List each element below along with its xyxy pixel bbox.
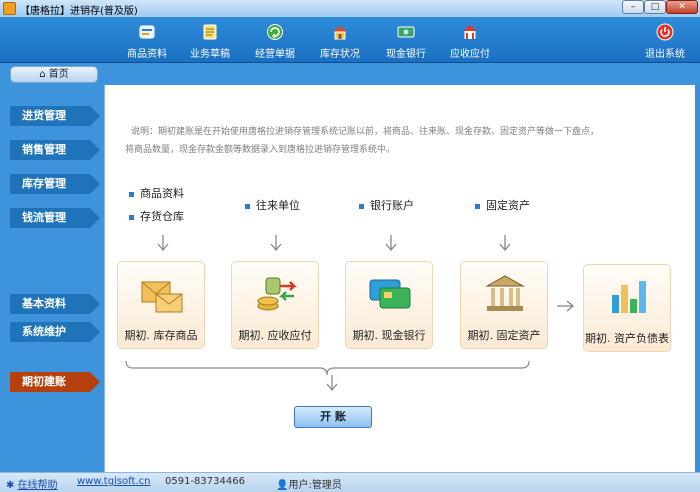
bar-chart-icon bbox=[612, 281, 646, 313]
toolbar-exit-button[interactable]: 退出系统 bbox=[645, 23, 685, 61]
card-opening-cash-bank[interactable]: 期初. 现金银行 bbox=[345, 261, 433, 349]
toolbar-draft-button[interactable]: 业务草稿 bbox=[190, 23, 230, 61]
card-opening-receivable[interactable]: 期初. 应收应付 bbox=[231, 261, 319, 349]
card-label: 期初. 资产负债表 bbox=[585, 332, 669, 345]
draft-icon bbox=[203, 24, 217, 40]
card-label: 期初. 库存商品 bbox=[124, 329, 198, 342]
card-opening-fixed-assets[interactable]: 期初. 固定资产 bbox=[460, 261, 548, 349]
home-tab-label: 首页 bbox=[48, 69, 69, 80]
bank-card-icon bbox=[369, 279, 411, 309]
arrow-down-icon bbox=[326, 375, 338, 391]
website-link[interactable]: www.tglsoft.cn bbox=[77, 476, 150, 487]
link-bank-accounts[interactable]: 银行账户 bbox=[359, 197, 414, 213]
sidebar-item-basic-data[interactable]: 基本资料 bbox=[10, 294, 100, 314]
toolbar-inventory-button[interactable]: 库存状况 bbox=[320, 23, 360, 61]
link-warehouse[interactable]: 存货仓库 bbox=[129, 208, 184, 224]
sidebar-item-opening[interactable]: 期初建账 bbox=[10, 372, 100, 392]
user-icon: 👤 bbox=[276, 480, 289, 491]
help-icon: ✱ bbox=[6, 480, 18, 491]
cash-bank-icon bbox=[397, 26, 415, 38]
sidebar-item-sales[interactable]: 销售管理 bbox=[10, 140, 100, 160]
arrow-down-icon bbox=[270, 235, 282, 251]
group-brace bbox=[125, 361, 530, 375]
phone-number: 0591-83734466 bbox=[165, 476, 245, 487]
open-books-button[interactable]: 开 账 bbox=[294, 406, 372, 428]
help-link[interactable]: ✱ 在线帮助 bbox=[6, 476, 58, 491]
bank-building-icon bbox=[485, 275, 525, 311]
current-user: 👤用户:管理员 bbox=[276, 480, 342, 491]
arrow-down-icon bbox=[385, 235, 397, 251]
close-button[interactable]: ✕ bbox=[666, 0, 698, 14]
main-panel: 说明：期初建账是在开始使用唐格拉进销存管理系统记账以前，将商品、往来账、现金存款… bbox=[104, 85, 695, 472]
link-fixed-assets[interactable]: 固定资产 bbox=[475, 197, 530, 213]
bullet-icon bbox=[129, 191, 134, 197]
receivable-icon bbox=[463, 25, 477, 39]
toolbar-documents-button[interactable]: 经营单据 bbox=[255, 23, 295, 61]
sidebar-item-cashflow[interactable]: 钱流管理 bbox=[10, 208, 100, 228]
envelope-boxes-icon bbox=[141, 281, 183, 313]
toolbar-receivable-button[interactable]: 应收应付 bbox=[450, 23, 490, 61]
breadcrumb-bar: ⌂ 首页 bbox=[0, 63, 700, 85]
card-label: 期初. 固定资产 bbox=[467, 329, 541, 342]
card-opening-stock[interactable]: 期初. 库存商品 bbox=[117, 261, 205, 349]
money-arrows-icon bbox=[257, 277, 298, 311]
home-tab[interactable]: ⌂ 首页 bbox=[10, 66, 98, 83]
link-goods[interactable]: 商品资料 bbox=[129, 185, 184, 201]
documents-icon bbox=[267, 24, 283, 40]
arrow-down-icon bbox=[499, 235, 511, 251]
bullet-icon bbox=[359, 203, 364, 209]
arrow-right-icon bbox=[557, 300, 575, 312]
bullet-icon bbox=[245, 203, 250, 209]
card-label: 期初. 现金银行 bbox=[352, 329, 426, 342]
description-line-1: 说明：期初建账是在开始使用唐格拉进销存管理系统记账以前，将商品、往来账、现金存款… bbox=[131, 127, 600, 137]
inventory-icon bbox=[333, 26, 347, 40]
arrow-down-icon bbox=[157, 235, 169, 251]
maximize-button[interactable]: □ bbox=[644, 0, 666, 14]
card-label: 期初. 应收应付 bbox=[238, 329, 312, 342]
bullet-icon bbox=[475, 203, 480, 209]
home-icon: ⌂ bbox=[39, 69, 49, 80]
toolbar-product-button[interactable]: 商品资料 bbox=[127, 23, 167, 61]
status-bar: ✱ 在线帮助 www.tglsoft.cn 0591-83734466 👤用户:… bbox=[0, 472, 700, 492]
sidebar: 进货管理 销售管理 库存管理 钱流管理 基本资料 系统维护 期初建账 bbox=[0, 85, 104, 472]
power-icon bbox=[656, 23, 674, 41]
app-icon bbox=[3, 2, 16, 15]
minimize-button[interactable]: – bbox=[622, 0, 644, 14]
product-icon bbox=[139, 25, 155, 39]
bullet-icon bbox=[129, 214, 134, 220]
sidebar-item-inventory[interactable]: 库存管理 bbox=[10, 174, 100, 194]
title-bar: 【唐格拉】进销存(普及版) – □ ✕ bbox=[0, 0, 700, 17]
card-opening-balance-sheet[interactable]: 期初. 资产负债表 bbox=[583, 264, 671, 352]
description-line-2: 将商品数量，现金存款金额等数据录入到唐格拉进销存管理系统中。 bbox=[125, 145, 396, 155]
sidebar-item-purchase[interactable]: 进货管理 bbox=[10, 106, 100, 126]
description: 说明：期初建账是在开始使用唐格拉进销存管理系统记账以前，将商品、往来账、现金存款… bbox=[125, 123, 685, 159]
sidebar-item-system[interactable]: 系统维护 bbox=[10, 322, 100, 342]
window-title: 【唐格拉】进销存(普及版) bbox=[20, 6, 138, 17]
link-partners[interactable]: 往来单位 bbox=[245, 197, 300, 213]
toolbar-cash-bank-button[interactable]: 现金银行 bbox=[386, 23, 426, 61]
main-toolbar: 商品资料 业务草稿 经营单据 库存状况 现金银行 应收应付 退出系统 bbox=[0, 17, 700, 63]
